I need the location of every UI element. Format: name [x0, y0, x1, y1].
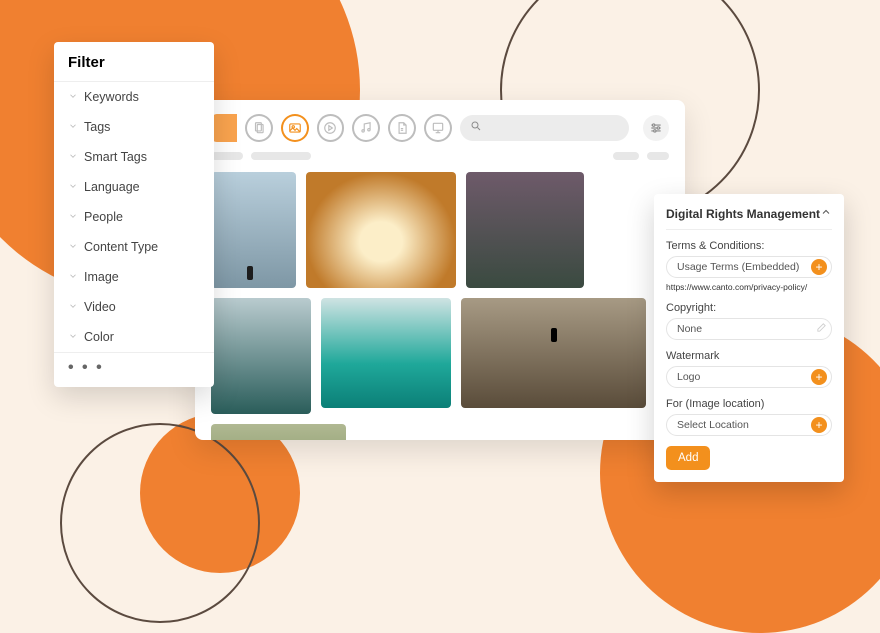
terms-url: https://www.canto.com/privacy-policy/	[666, 282, 832, 292]
chevron-down-icon	[68, 270, 78, 284]
thumbnail[interactable]	[466, 172, 584, 288]
audio-icon[interactable]	[352, 114, 380, 142]
crumb-placeholder	[211, 152, 243, 160]
bg-ring	[60, 423, 260, 623]
chevron-down-icon	[68, 240, 78, 254]
crumb-placeholder	[613, 152, 639, 160]
documents-icon[interactable]	[245, 114, 273, 142]
chevron-down-icon	[68, 180, 78, 194]
location-value: Select Location	[677, 419, 749, 431]
pdf-icon[interactable]	[388, 114, 416, 142]
pencil-icon[interactable]	[816, 322, 827, 336]
location-select[interactable]: Select Location +	[666, 414, 832, 436]
copyright-value: None	[677, 323, 702, 335]
filter-item-label: Image	[84, 270, 119, 284]
chevron-down-icon	[68, 90, 78, 104]
drm-header[interactable]: Digital Rights Management	[666, 206, 832, 230]
terms-select[interactable]: Usage Terms (Embedded) +	[666, 256, 832, 278]
filter-item[interactable]: Language	[54, 172, 214, 202]
toolbar	[211, 114, 669, 142]
thumbnail[interactable]	[211, 298, 311, 414]
chevron-up-icon	[820, 206, 832, 221]
filter-item[interactable]: Smart Tags	[54, 142, 214, 172]
thumbnail[interactable]	[461, 298, 646, 408]
search-input[interactable]	[460, 115, 629, 141]
filter-item[interactable]: Video	[54, 292, 214, 322]
copyright-label: Copyright:	[666, 302, 832, 314]
image-grid	[211, 172, 669, 440]
drm-title: Digital Rights Management	[666, 207, 820, 221]
filter-item-label: Content Type	[84, 240, 158, 254]
search-icon	[470, 119, 482, 137]
filter-item[interactable]: Tags	[54, 112, 214, 142]
filter-item[interactable]: Content Type	[54, 232, 214, 262]
breadcrumb	[211, 152, 669, 160]
thumbnail[interactable]	[306, 172, 456, 288]
drm-panel: Digital Rights Management Terms & Condit…	[654, 194, 844, 482]
chevron-down-icon	[68, 300, 78, 314]
watermark-select[interactable]: Logo +	[666, 366, 832, 388]
chevron-down-icon	[68, 120, 78, 134]
copyright-field[interactable]: None	[666, 318, 832, 340]
filter-item[interactable]: Image	[54, 262, 214, 292]
terms-value: Usage Terms (Embedded)	[677, 261, 799, 273]
crumb-placeholder	[251, 152, 311, 160]
filter-item-label: Language	[84, 180, 140, 194]
add-icon[interactable]: +	[811, 259, 827, 275]
gallery-window	[195, 100, 685, 440]
watermark-label: Watermark	[666, 350, 832, 362]
chevron-down-icon	[68, 150, 78, 164]
terms-label: Terms & Conditions:	[666, 240, 832, 252]
breadcrumb-chip[interactable]	[211, 114, 237, 142]
thumbnail[interactable]	[211, 424, 346, 440]
add-icon[interactable]: +	[811, 417, 827, 433]
video-icon[interactable]	[317, 114, 345, 142]
thumbnail[interactable]	[211, 172, 296, 288]
chevron-down-icon	[68, 330, 78, 344]
filter-item-label: Keywords	[84, 90, 139, 104]
images-icon[interactable]	[281, 114, 309, 142]
add-button[interactable]: Add	[666, 446, 710, 470]
crumb-placeholder	[647, 152, 669, 160]
filter-item-label: Color	[84, 330, 114, 344]
watermark-value: Logo	[677, 371, 700, 383]
location-label: For (Image location)	[666, 398, 832, 410]
settings-icon[interactable]	[643, 115, 669, 141]
filter-more-button[interactable]: • • •	[54, 353, 214, 379]
add-icon[interactable]: +	[811, 369, 827, 385]
filter-item[interactable]: People	[54, 202, 214, 232]
filter-panel: Filter Keywords Tags Smart Tags Language Peo…	[54, 42, 214, 387]
filter-item-label: Video	[84, 300, 116, 314]
filter-item[interactable]: Keywords	[54, 82, 214, 112]
filter-item-label: People	[84, 210, 123, 224]
presentations-icon[interactable]	[424, 114, 452, 142]
filter-item-label: Smart Tags	[84, 150, 147, 164]
thumbnail[interactable]	[321, 298, 451, 408]
chevron-down-icon	[68, 210, 78, 224]
filter-title: Filter	[54, 54, 214, 81]
filter-item[interactable]: Color	[54, 322, 214, 352]
filter-item-label: Tags	[84, 120, 110, 134]
